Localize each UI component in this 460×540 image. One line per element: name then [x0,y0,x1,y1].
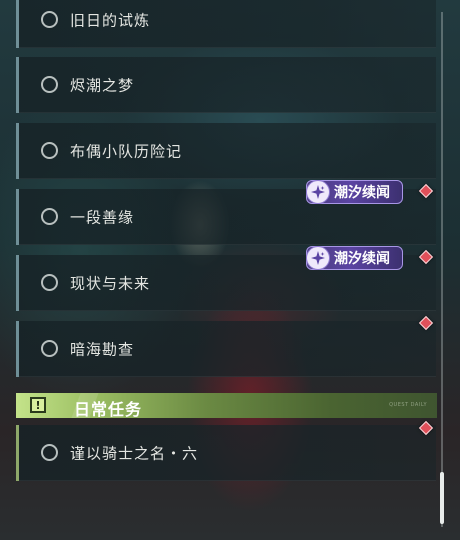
quest-label: 现状与未来 [70,274,151,293]
badge-label: 潮汐续闻 [334,185,390,201]
daily-quest-item-d1[interactable]: 谨以骑士之名・六 [16,425,436,481]
quest-item-q3[interactable]: 布偶小队历险记 [16,123,436,179]
quest-status-circle-icon [41,11,58,28]
quest-label: 一段善缘 [70,208,135,227]
daily-quests-header[interactable]: ! 日常任务 QUEST DAILY [16,393,437,419]
sparkle-icon [306,180,330,204]
quest-label: 谨以骑士之名・六 [70,444,199,463]
quest-status-circle-icon [41,340,58,357]
quest-item-q2[interactable]: 烬潮之梦 [16,57,436,113]
quest-label: 布偶小队历险记 [70,142,183,161]
quest-status-circle-icon [41,76,58,93]
alert-square-icon: ! [30,397,46,413]
scrollbar-thumb[interactable] [440,472,444,524]
quest-status-circle-icon [41,444,58,461]
tide-sequel-badge: 潮汐续闻 [306,180,403,204]
section-decoration-text: QUEST DAILY [389,402,427,408]
badge-label: 潮汐续闻 [334,251,390,267]
quest-label: 旧日的试炼 [70,11,151,30]
quest-status-circle-icon [41,208,58,225]
quest-label: 暗海勘查 [70,340,135,359]
quest-item-q1[interactable]: 旧日的试炼 [16,0,436,48]
quest-label: 烬潮之梦 [70,76,135,95]
tide-sequel-badge: 潮汐续闻 [306,246,403,270]
scrollbar-track[interactable] [441,12,443,527]
quest-status-circle-icon [41,142,58,159]
quest-status-circle-icon [41,274,58,291]
quest-item-q6[interactable]: 暗海勘查 [16,321,436,377]
sparkle-icon [306,246,330,270]
section-title: 日常任务 [74,400,143,419]
